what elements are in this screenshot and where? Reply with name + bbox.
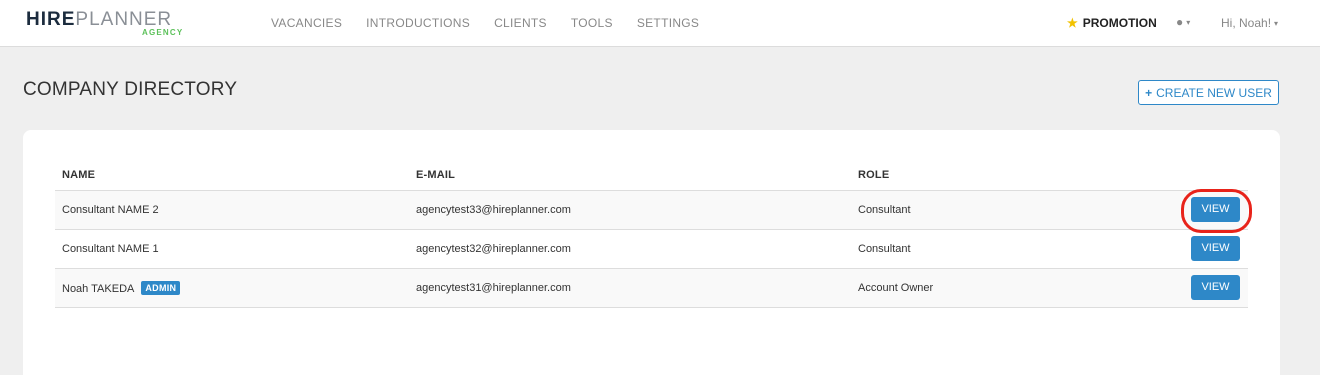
admin-badge: ADMIN [141, 280, 181, 295]
top-navbar: HIREPLANNER AGENCY VACANCIES INTRODUCTIO… [0, 0, 1320, 47]
promotion-link[interactable]: ★ PROMOTION [1067, 16, 1157, 30]
directory-panel: NAME E-MAIL ROLE Consultant NAME 2 agenc… [23, 130, 1280, 375]
row-actions: VIEW [1181, 229, 1248, 269]
user-table: NAME E-MAIL ROLE Consultant NAME 2 agenc… [55, 160, 1252, 308]
nav-settings[interactable]: SETTINGS [637, 16, 699, 30]
page-title: COMPANY DIRECTORY [23, 79, 238, 100]
user-email: agencytest33@hireplanner.com [409, 190, 851, 230]
user-name: Noah TAKEDA [62, 282, 135, 295]
plus-icon: + [1145, 85, 1153, 100]
create-new-user-label: CREATE NEW USER [1156, 85, 1272, 100]
logo-planner: PLANNER [75, 9, 173, 30]
main-nav: VACANCIES INTRODUCTIONS CLIENTS TOOLS SE… [271, 16, 723, 30]
table-header-row: NAME E-MAIL ROLE [55, 160, 1248, 191]
table-row: Consultant NAME 1 agencytest32@hireplann… [55, 229, 1248, 269]
chevron-down-icon: ▾ [1274, 19, 1279, 28]
create-new-user-button[interactable]: + CREATE NEW USER [1138, 80, 1279, 105]
user-role: Account Owner [851, 268, 1181, 308]
user-email: agencytest31@hireplanner.com [409, 268, 851, 308]
view-button[interactable]: VIEW [1191, 275, 1240, 300]
column-header-actions [1181, 160, 1248, 191]
user-name-cell: Noah TAKEDA ADMIN [55, 268, 409, 308]
user-email: agencytest32@hireplanner.com [409, 229, 851, 269]
hireplanner-logo[interactable]: HIREPLANNER AGENCY [26, 9, 186, 39]
highlight-circle: VIEW [1181, 189, 1252, 233]
user-role: Consultant [851, 229, 1181, 269]
logo-agency: AGENCY [142, 28, 184, 37]
user-name: Consultant NAME 1 [55, 229, 409, 269]
nav-vacancies[interactable]: VACANCIES [271, 16, 342, 30]
user-greeting: Hi, Noah! [1221, 16, 1272, 30]
row-actions: VIEW [1181, 189, 1252, 233]
column-header-name: NAME [55, 160, 409, 191]
column-header-role: ROLE [851, 160, 1181, 191]
row-actions: VIEW [1181, 268, 1248, 308]
chevron-down-icon: ▾ [1186, 18, 1191, 27]
user-name: Consultant NAME 2 [55, 190, 409, 230]
view-button[interactable]: VIEW [1191, 236, 1240, 261]
table-row: Noah TAKEDA ADMIN agencytest31@hireplanne… [55, 268, 1248, 308]
user-role: Consultant [851, 190, 1181, 230]
user-menu[interactable]: Hi, Noah! ▾ [1221, 16, 1278, 30]
star-icon: ★ [1067, 16, 1078, 30]
globe-icon: ● [1176, 15, 1184, 29]
column-header-email: E-MAIL [409, 160, 851, 191]
logo-hire: HIRE [26, 9, 76, 30]
table-row: Consultant NAME 2 agencytest33@hireplann… [55, 189, 1252, 233]
nav-clients[interactable]: CLIENTS [494, 16, 547, 30]
nav-tools[interactable]: TOOLS [571, 16, 613, 30]
view-button[interactable]: VIEW [1191, 197, 1240, 222]
language-menu[interactable]: ● ▾ [1176, 15, 1190, 29]
promotion-label: PROMOTION [1082, 16, 1157, 30]
nav-introductions[interactable]: INTRODUCTIONS [366, 16, 470, 30]
